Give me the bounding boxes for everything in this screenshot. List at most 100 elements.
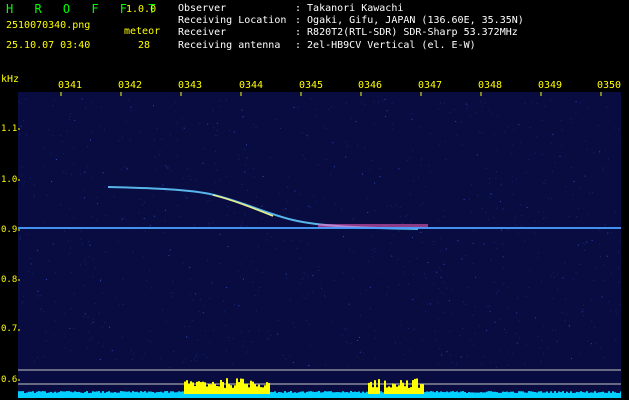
noise-pixel [469,339,471,341]
level-bar [366,391,368,394]
level-bar [414,378,416,394]
noise-pixel [377,229,378,231]
noise-pixel [345,102,347,104]
noise-pixel [436,271,438,273]
noise-pixel [526,207,528,208]
level-bar [550,391,552,394]
noise-pixel [443,102,445,104]
noise-pixel [183,127,185,129]
level-bar [412,380,414,394]
noise-pixel [373,122,375,124]
noise-pixel [43,311,45,313]
noise-pixel [367,261,369,263]
level-bar [526,392,528,394]
level-bar [98,391,100,394]
level-bar [616,392,618,394]
noise-pixel [432,283,434,285]
noise-pixel [507,229,508,231]
level-bar [378,379,380,394]
level-bar [260,387,262,394]
noise-pixel [234,303,235,305]
level-bar [592,392,594,394]
level-bar [282,392,284,394]
noise-pixel [345,141,347,143]
noise-pixel [244,340,246,342]
noise-pixel [411,113,413,115]
level-bar [126,391,128,394]
noise-pixel [63,335,65,337]
noise-pixel [485,212,487,214]
noise-pixel [437,219,439,221]
level-bar [130,392,132,394]
noise-pixel [526,344,528,346]
level-bar [32,391,34,394]
noise-pixel [123,166,125,168]
noise-pixel [604,149,606,151]
level-bar [542,392,544,394]
noise-pixel [122,304,124,305]
noise-pixel [154,139,155,141]
level-bar [380,391,382,394]
noise-pixel [114,297,116,299]
noise-pixel [468,198,470,200]
noise-pixel [325,127,327,129]
noise-pixel [399,206,401,208]
noise-pixel [94,303,96,305]
noise-pixel [572,279,574,281]
noise-pixel [227,246,229,247]
noise-pixel [275,118,277,120]
noise-pixel [517,232,519,234]
noise-pixel [500,184,502,186]
noise-pixel [199,122,201,124]
level-bar [84,392,86,394]
noise-pixel [21,175,23,177]
noise-pixel [437,363,439,365]
level-bar [476,392,478,394]
level-bar [584,392,586,394]
noise-pixel [104,321,106,323]
noise-pixel [193,358,195,360]
noise-pixel [130,106,132,108]
noise-pixel [564,320,566,322]
noise-pixel [443,263,445,265]
noise-pixel [106,251,108,253]
level-bar [492,391,494,394]
info-value: : Ogaki, Gifu, JAPAN (136.60E, 35.35N) [295,15,524,27]
noise-pixel [226,349,228,351]
noise-pixel [302,154,304,156]
noise-pixel [21,303,23,305]
level-bar [118,392,120,394]
level-bar [510,391,512,394]
noise-pixel [71,239,73,241]
noise-pixel [104,251,106,253]
noise-pixel [543,218,545,220]
noise-pixel [408,327,409,329]
noise-pixel [351,278,353,280]
noise-pixel [95,197,97,199]
freq-tick-label: 0.9 [1,225,18,235]
noise-pixel [278,193,280,195]
noise-pixel [170,292,172,294]
level-bar [530,391,532,394]
noise-pixel [384,98,386,100]
level-bar [338,392,340,394]
noise-pixel [403,266,405,268]
noise-pixel [409,193,411,195]
info-value: : Takanori Kawachi [295,3,404,14]
noise-pixel [306,293,308,295]
noise-pixel [175,111,177,113]
noise-pixel [556,288,558,290]
minute-tick-marks [60,92,602,96]
noise-pixel [310,98,312,100]
noise-pixel [483,243,485,245]
noise-pixel [617,251,619,253]
noise-pixel [467,287,469,289]
noise-pixel [102,172,104,174]
level-bar [242,378,244,394]
noise-pixel [165,191,167,193]
noise-pixel [114,359,116,360]
noise-pixel [534,317,536,319]
level-bar [148,391,150,394]
noise-pixel [91,131,93,133]
noise-pixel [345,156,347,158]
